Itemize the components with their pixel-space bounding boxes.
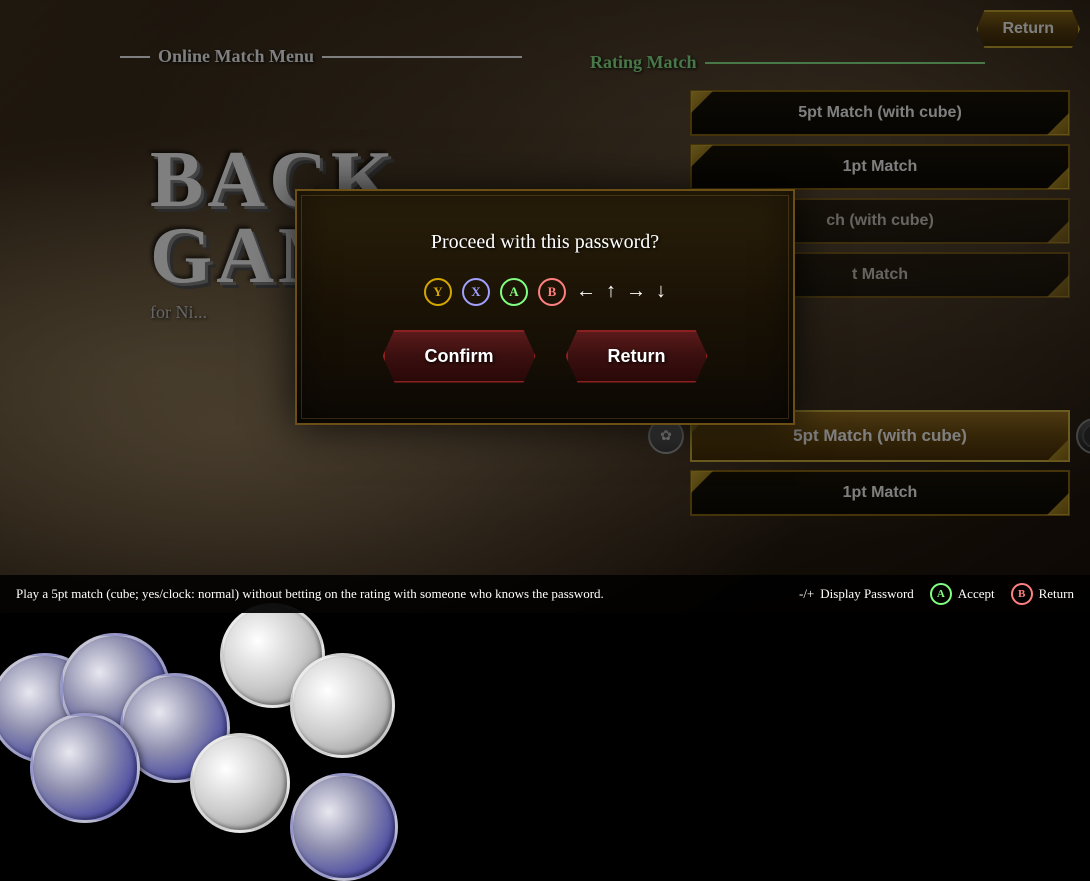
modal-overlay: Proceed with this password? Y X A B ← ↑ …: [0, 0, 1090, 613]
ctrl-b-symbol: B: [1011, 583, 1033, 605]
btn-x-symbol: X: [462, 278, 490, 306]
arrow-left-symbol: ←: [576, 280, 596, 303]
arrow-down-symbol: ↓: [656, 280, 666, 303]
ctrl-minus-plus: -/+: [799, 586, 814, 602]
arrow-up-symbol: ↑: [606, 280, 616, 303]
ctrl-accept-label: Accept: [958, 586, 995, 602]
arrow-right-symbol: →: [626, 280, 646, 303]
dialog-return-button[interactable]: Return: [566, 330, 708, 383]
dialog-buttons: Confirm Return: [383, 330, 708, 383]
ctrl-a-symbol: A: [930, 583, 952, 605]
ctrl-accept: A Accept: [930, 583, 995, 605]
btn-a-symbol: A: [500, 278, 528, 306]
ctrl-return: B Return: [1011, 583, 1074, 605]
btn-y-symbol: Y: [424, 278, 452, 306]
btn-b-symbol: B: [538, 278, 566, 306]
dialog-question: Proceed with this password?: [431, 231, 659, 254]
password-dialog: Proceed with this password? Y X A B ← ↑ …: [295, 189, 795, 425]
ctrl-display-password: -/+ Display Password: [799, 586, 914, 602]
ctrl-return-label: Return: [1039, 586, 1074, 602]
status-controls: -/+ Display Password A Accept B Return: [799, 583, 1074, 605]
dialog-password-display: Y X A B ← ↑ → ↓: [424, 278, 666, 306]
status-help-text: Play a 5pt match (cube; yes/clock: norma…: [16, 586, 604, 602]
status-bar: Play a 5pt match (cube; yes/clock: norma…: [0, 575, 1090, 613]
confirm-button[interactable]: Confirm: [383, 330, 536, 383]
ctrl-display-label: Display Password: [820, 586, 914, 602]
